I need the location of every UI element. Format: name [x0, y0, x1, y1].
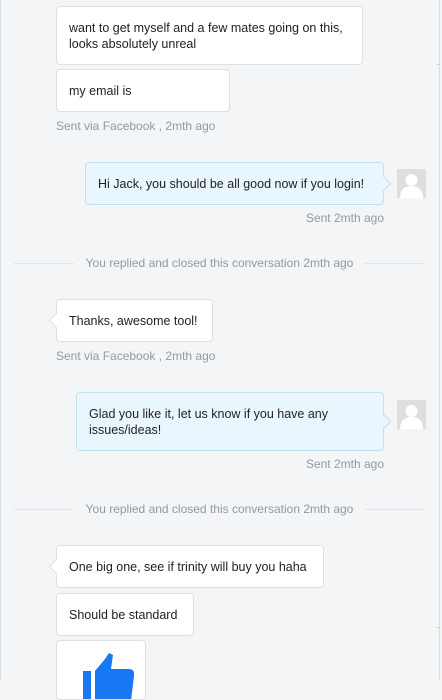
- customer-message: Should be standard: [56, 593, 194, 636]
- message-meta: Sent 2mth ago: [305, 211, 384, 225]
- message-meta: Sent via Facebook , 2mth ago: [56, 119, 216, 133]
- message-text: One big one, see if trinity will buy you…: [69, 559, 307, 574]
- message-text: Glad you like it, let us know if you hav…: [89, 406, 329, 437]
- message-text: want to get myself and a few mates going…: [69, 20, 343, 51]
- customer-sticker-message[interactable]: [56, 640, 146, 700]
- conversation-closed-divider: You replied and closed this conversation…: [14, 502, 425, 516]
- side-tick: [436, 627, 440, 628]
- customer-message: my email is: [56, 69, 230, 112]
- message-meta: Sent via Facebook , 2mth ago: [56, 349, 216, 363]
- agent-avatar-icon: [397, 169, 426, 198]
- message-text: Should be standard: [69, 607, 178, 622]
- message-text: Hi Jack, you should be all good now if y…: [98, 176, 365, 191]
- agent-avatar-icon: [397, 400, 426, 429]
- panel-right-border: [439, 0, 440, 680]
- message-meta: Sent 2mth ago: [305, 457, 384, 471]
- agent-message: Hi Jack, you should be all good now if y…: [85, 162, 384, 205]
- customer-message: Thanks, awesome tool!: [56, 299, 213, 342]
- thumbs-up-icon: [83, 653, 135, 699]
- customer-message: want to get myself and a few mates going…: [56, 6, 363, 65]
- panel-left-border: [0, 0, 1, 680]
- agent-message: Glad you like it, let us know if you hav…: [76, 392, 384, 451]
- customer-message: One big one, see if trinity will buy you…: [56, 545, 324, 588]
- divider-text: You replied and closed this conversation…: [79, 502, 360, 516]
- side-tick: [436, 64, 440, 65]
- conversation-closed-divider: You replied and closed this conversation…: [14, 256, 425, 270]
- message-text: my email is: [69, 83, 132, 98]
- message-text: Thanks, awesome tool!: [69, 313, 198, 328]
- divider-text: You replied and closed this conversation…: [79, 256, 360, 270]
